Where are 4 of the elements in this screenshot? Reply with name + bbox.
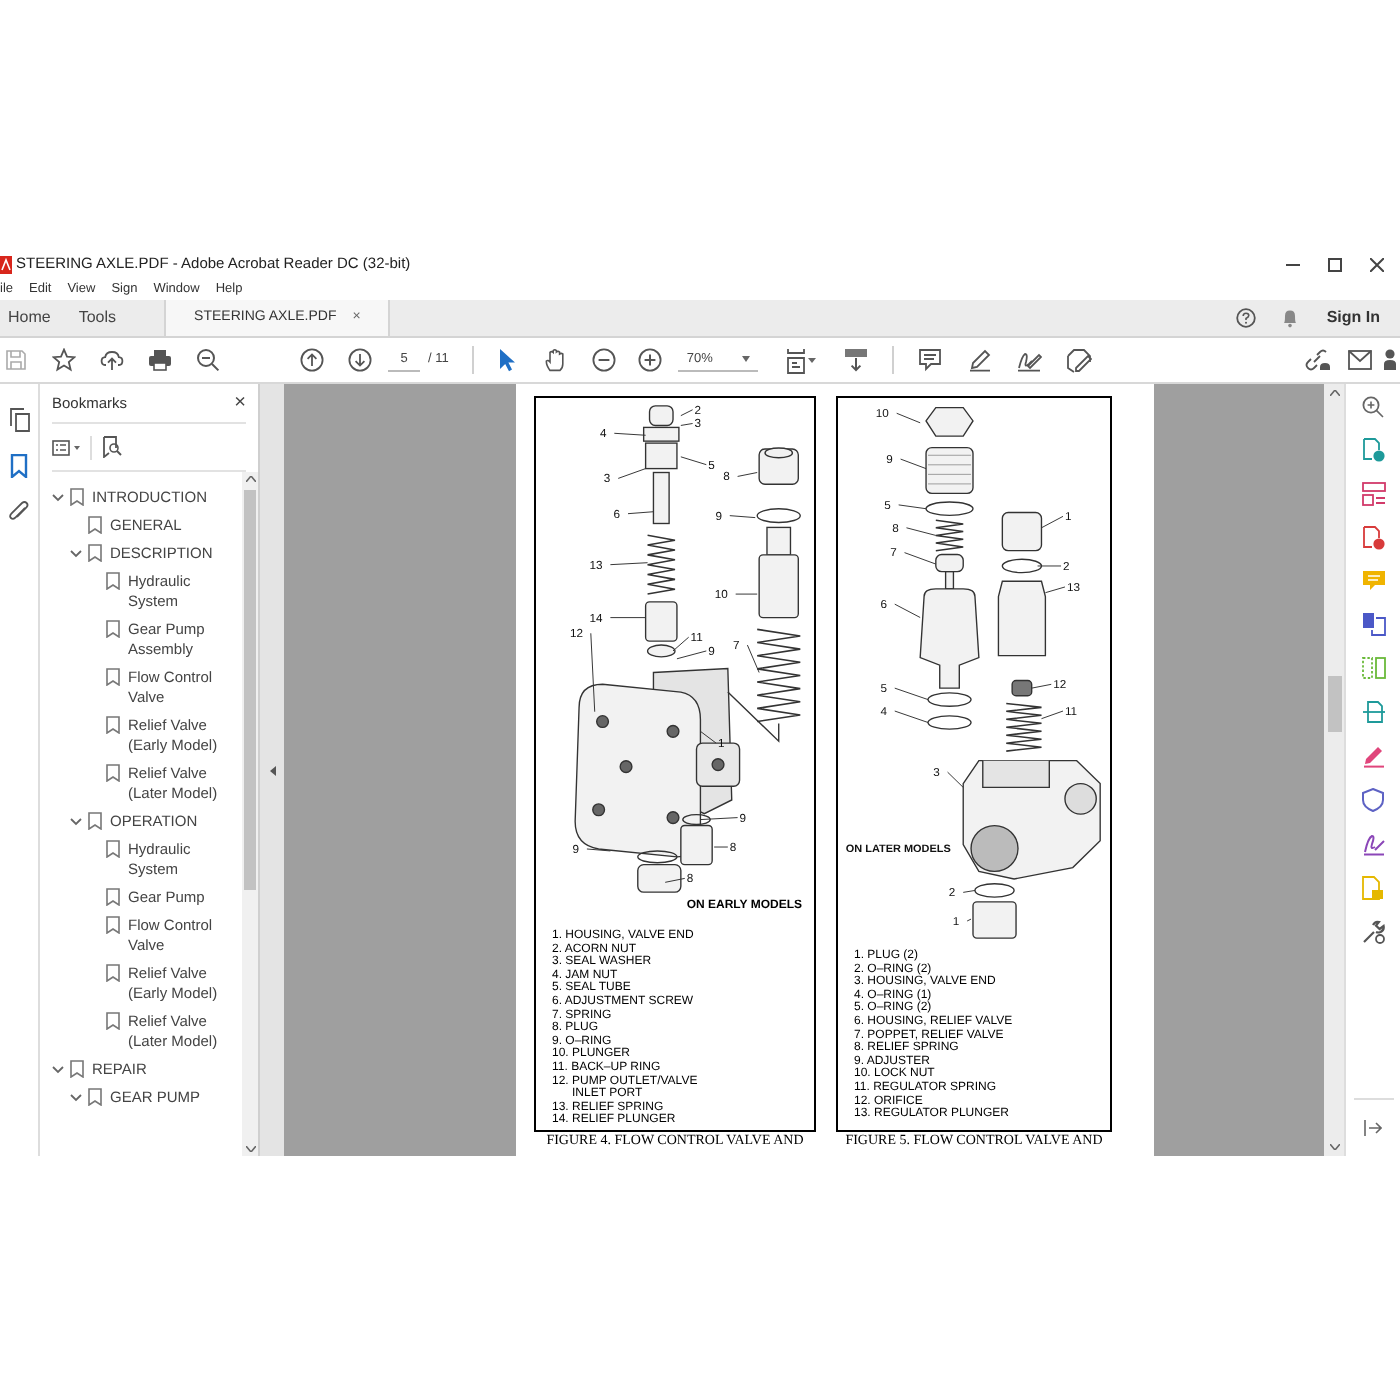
close-panel-button[interactable]: × [234, 393, 246, 413]
tab[interactable]: Tools [70, 300, 125, 336]
tab[interactable]: Home [0, 300, 59, 336]
sign-in-button[interactable]: Sign In [1326, 306, 1380, 330]
